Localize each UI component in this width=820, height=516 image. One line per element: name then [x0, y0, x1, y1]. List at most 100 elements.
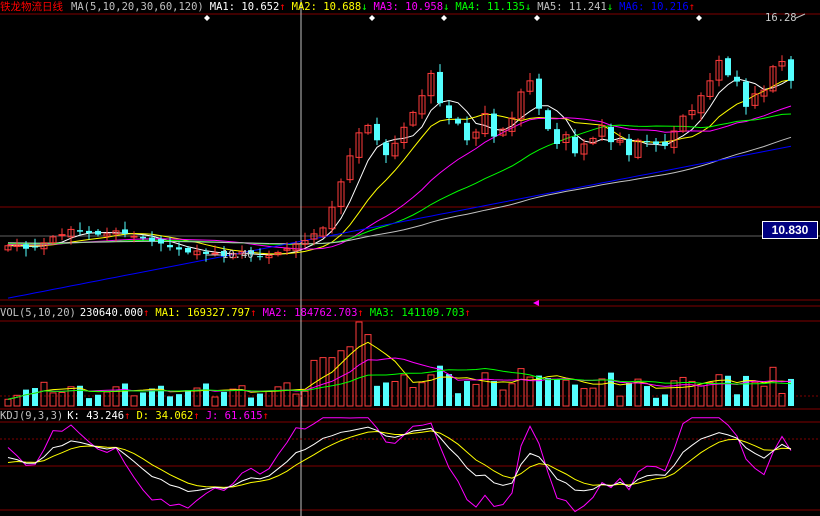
volume-bar [346, 346, 354, 407]
event-marker-icon [696, 15, 702, 21]
volume-bar [769, 366, 777, 407]
ma-item-arrow: ↓ [524, 1, 532, 13]
volume-bar [481, 372, 489, 407]
kdj-j-line [7, 417, 792, 513]
kdj-lines [7, 417, 792, 513]
volume-bar [446, 374, 452, 406]
vol-ma-item-0: MA1: 169327.797↑ [155, 307, 256, 319]
volume-bar [58, 391, 66, 407]
volume-bar [23, 389, 29, 406]
volume-bar [626, 382, 632, 406]
volume-bar [122, 383, 128, 406]
kdj-params: KDJ(9,3,3) [0, 410, 64, 422]
ma-item-arrow: ↓ [606, 1, 614, 13]
ma-item-4: MA5: 11.241↓ [537, 1, 613, 13]
volume-bar [140, 392, 146, 406]
candlesticks [4, 55, 794, 264]
ma-item-5: MA6: 10.216↑ [619, 1, 695, 13]
volume-bar [706, 381, 714, 407]
candle-body-up [58, 234, 66, 237]
kdj-item-arrow: ↑ [262, 410, 269, 422]
kdj-item-2: J: 61.615↑ [206, 410, 269, 422]
candle-body-down [545, 110, 551, 130]
event-marker-icon [204, 15, 210, 21]
vol-params: VOL(5,10,20) [0, 307, 76, 319]
candle-body-down [167, 245, 173, 248]
ma-item-label: MA3: [373, 1, 406, 13]
vol-ma-item-arrow: ↑ [464, 307, 471, 319]
candle-body-down [788, 59, 794, 81]
volume-bar [185, 390, 191, 406]
candle-body-down [572, 136, 578, 154]
volume-bar [616, 395, 624, 407]
kdj-item-arrow: ↑ [124, 410, 131, 422]
volume-bar [662, 394, 668, 406]
volume-bar [734, 394, 740, 406]
volume-bar [49, 392, 57, 407]
ma-item-value: 10.688 [323, 1, 362, 13]
volume-bar [670, 380, 678, 407]
candle-body-down [743, 81, 749, 107]
ma-item-label: MA4: [455, 1, 487, 13]
ma-item-label: MA6: [619, 1, 651, 13]
vol-ma-item-value: 169327.797 [187, 307, 251, 319]
event-marker-icon [369, 15, 375, 21]
kdj-item-value: 43.246 [86, 410, 125, 422]
volume-bar [374, 385, 380, 406]
ma-item-3: MA4: 11.135↓ [455, 1, 531, 13]
volume-bar [364, 334, 372, 407]
volume-bar [301, 390, 309, 407]
ma-params: MA(5,10,20,30,60,120) [71, 1, 204, 13]
volume-bar [203, 383, 209, 406]
volume-bar [580, 388, 588, 407]
volume-bar [508, 383, 516, 407]
volume-bar [491, 381, 497, 406]
candle-body-down [536, 78, 542, 109]
ma-item-value: 10.652 [241, 1, 280, 13]
volume-bar [257, 393, 263, 406]
candle-body-down [86, 230, 92, 234]
volume-bar [778, 392, 786, 407]
ma-item-arrow: ↓ [443, 1, 450, 13]
vol-ma-item-2: MA3: 141109.703↑ [370, 307, 471, 319]
candle-body-up [130, 235, 138, 238]
volume-bar [644, 386, 650, 406]
volume-bar [464, 381, 470, 406]
volume-bar [248, 397, 254, 406]
volume-bar [788, 378, 794, 406]
kdj-item-arrow: ↑ [193, 410, 200, 422]
volume-bar [221, 391, 227, 406]
event-marker-icon [441, 15, 447, 21]
volume-bar [283, 382, 291, 407]
high-pointer-line [795, 13, 806, 19]
ma-item-arrow: ↑ [688, 1, 696, 13]
candle-body-down [149, 237, 155, 242]
volume-bar [400, 374, 408, 407]
event-marker-icon [534, 15, 540, 21]
vol-ma-item-label: MA1: [155, 307, 188, 319]
candle-body-down [608, 126, 614, 143]
volume-bar [391, 380, 399, 407]
candle-body-down [644, 141, 650, 143]
volume-bar [608, 372, 614, 406]
vol-ma-item-label: MA3: [369, 307, 402, 319]
overlay [204, 13, 806, 306]
grid-lines [0, 0, 820, 516]
volume-bar [95, 394, 101, 406]
volume-bar [499, 389, 507, 407]
candle-body-down [626, 138, 632, 156]
volume-ma-lines [7, 341, 792, 400]
volume-bar [455, 393, 461, 406]
vol-current-arrow: ↑ [143, 307, 150, 319]
stock-chart[interactable] [0, 0, 820, 516]
volume-bar [679, 376, 687, 407]
ma-item-0: MA1: 10.652↑ [210, 1, 286, 13]
volume-bar [86, 398, 92, 406]
volume-bar [715, 374, 723, 407]
low-annotation: 10.40 [222, 249, 254, 261]
candle-body-up [211, 252, 219, 255]
candle-body-down [158, 239, 164, 244]
volume-bar [572, 384, 578, 406]
kdj-item-label: D: [136, 410, 156, 422]
kdj-item-1: D: 34.062↑ [136, 410, 199, 422]
